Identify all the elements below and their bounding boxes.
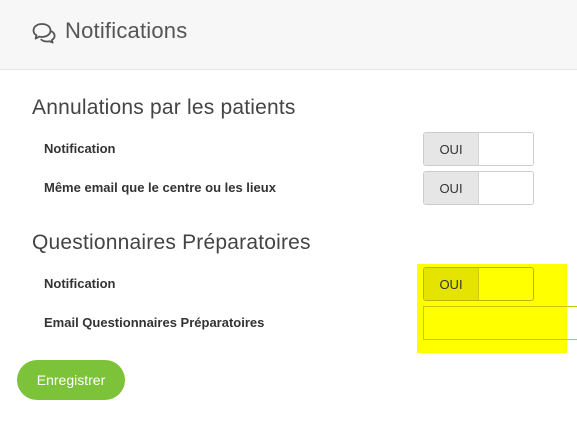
notifications-panel: Notifications Annulations par les patien…	[0, 0, 577, 438]
questionnaires-notification-label: Notification	[44, 276, 116, 291]
same-email-toggle[interactable]: OUI	[423, 171, 534, 205]
save-button[interactable]: Enregistrer	[17, 360, 125, 400]
section-title-questionnaires: Questionnaires Préparatoires	[32, 231, 311, 254]
questionnaires-email-input[interactable]	[423, 306, 577, 340]
same-email-label: Même email que le centre ou les lieux	[44, 180, 276, 195]
toggle-off-area	[479, 133, 533, 165]
questionnaires-notification-toggle[interactable]: OUI	[423, 267, 534, 301]
questionnaires-email-label: Email Questionnaires Préparatoires	[44, 315, 265, 330]
chat-bubbles-icon	[32, 23, 56, 44]
toggle-off-area	[479, 268, 533, 300]
toggle-on-label: OUI	[424, 268, 479, 300]
panel-header: Notifications	[0, 0, 577, 70]
toggle-on-label: OUI	[424, 133, 479, 165]
toggle-on-label: OUI	[424, 172, 479, 204]
toggle-off-area	[479, 172, 533, 204]
cancellations-notification-toggle[interactable]: OUI	[423, 132, 534, 166]
cancellations-notification-label: Notification	[44, 141, 116, 156]
section-title-cancellations: Annulations par les patients	[32, 96, 296, 119]
page-title: Notifications	[65, 18, 188, 43]
